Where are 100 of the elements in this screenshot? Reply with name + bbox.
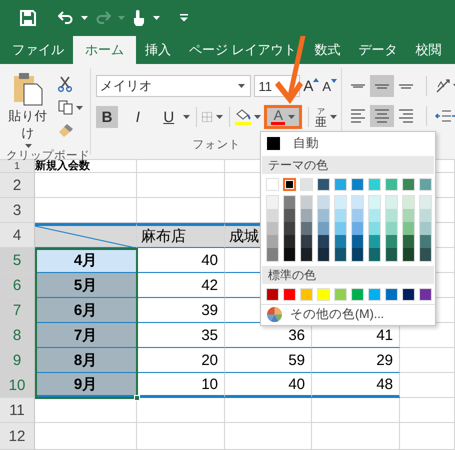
- color-swatch[interactable]: [352, 196, 363, 209]
- row-header[interactable]: 11: [0, 398, 35, 423]
- color-swatch[interactable]: [335, 222, 346, 235]
- color-swatch[interactable]: [386, 209, 397, 222]
- color-swatch[interactable]: [403, 248, 414, 261]
- grid-cell[interactable]: [400, 373, 455, 398]
- grid-cell[interactable]: [225, 423, 312, 450]
- color-swatch[interactable]: [420, 222, 431, 235]
- color-swatch[interactable]: [318, 209, 329, 222]
- decrease-indent-icon[interactable]: [435, 109, 451, 123]
- caret-icon[interactable]: [81, 16, 88, 20]
- color-swatch[interactable]: [352, 248, 363, 261]
- grid-cell[interactable]: [137, 160, 225, 173]
- grow-font-button[interactable]: A: [303, 78, 320, 94]
- row-header[interactable]: 9: [0, 348, 35, 373]
- row-header[interactable]: 3: [0, 198, 35, 223]
- color-swatch[interactable]: [369, 209, 380, 222]
- color-swatch[interactable]: [301, 196, 312, 209]
- color-swatch[interactable]: [403, 222, 414, 235]
- menu-item[interactable]: その他の色(M)...: [290, 306, 384, 322]
- brush-icon[interactable]: [58, 123, 74, 137]
- color-swatch[interactable]: [284, 196, 295, 209]
- color-swatch[interactable]: [284, 248, 295, 261]
- color-swatch[interactable]: [352, 222, 363, 235]
- caret-icon[interactable]: [238, 84, 246, 88]
- row-header[interactable]: 2: [0, 173, 35, 198]
- color-swatch[interactable]: [283, 178, 296, 191]
- italic-button[interactable]: I: [126, 106, 149, 128]
- grid-cell[interactable]: [137, 173, 225, 198]
- grid-cell[interactable]: [35, 423, 137, 450]
- font-name-field[interactable]: メイリオ: [96, 75, 252, 97]
- color-swatch[interactable]: [335, 248, 346, 261]
- table-cell[interactable]: 39: [137, 298, 225, 323]
- ribbon-tab[interactable]: 校閲: [406, 36, 451, 64]
- color-swatch[interactable]: [301, 209, 312, 222]
- color-swatch[interactable]: [369, 196, 380, 209]
- table-cell[interactable]: 42: [137, 273, 225, 298]
- fill-handle[interactable]: [134, 395, 140, 401]
- shrink-font-button[interactable]: A: [322, 78, 337, 94]
- table-cell[interactable]: 6月: [35, 298, 137, 323]
- paste-button[interactable]: 貼り付け: [6, 72, 50, 148]
- color-swatch[interactable]: [403, 196, 414, 209]
- row-header[interactable]: 10: [0, 373, 35, 398]
- table-cell[interactable]: 59: [225, 348, 312, 373]
- fill-color-button[interactable]: [235, 109, 252, 125]
- align-middle-button[interactable]: [370, 75, 394, 97]
- color-swatch[interactable]: [420, 209, 431, 222]
- color-swatch[interactable]: [284, 222, 295, 235]
- ribbon-tab[interactable]: データ: [350, 36, 407, 64]
- color-swatch[interactable]: [420, 248, 431, 261]
- table-cell[interactable]: 29: [312, 348, 400, 373]
- color-swatch[interactable]: [301, 235, 312, 248]
- color-swatch[interactable]: [386, 248, 397, 261]
- table-cell[interactable]: 8月: [35, 348, 137, 373]
- color-swatch[interactable]: [267, 196, 278, 209]
- row-header[interactable]: 8: [0, 323, 35, 348]
- caret-icon[interactable]: [76, 106, 83, 110]
- color-swatch[interactable]: [369, 222, 380, 235]
- ribbon-tab[interactable]: ファイル: [3, 36, 73, 64]
- grid-cell[interactable]: [312, 423, 400, 450]
- table-cell[interactable]: 20: [137, 348, 225, 373]
- menu-item[interactable]: 自動: [293, 134, 319, 152]
- undo-icon[interactable]: [58, 11, 74, 25]
- color-swatch[interactable]: [267, 248, 278, 261]
- borders-icon[interactable]: [202, 110, 213, 124]
- color-swatch[interactable]: [335, 209, 346, 222]
- color-swatch[interactable]: [267, 136, 280, 150]
- hand-icon[interactable]: [132, 9, 146, 27]
- row-header[interactable]: 5: [0, 248, 35, 273]
- table-cell[interactable]: 7月: [35, 323, 137, 348]
- color-swatch[interactable]: [318, 196, 329, 209]
- color-swatch[interactable]: [420, 196, 431, 209]
- grid-cell[interactable]: [400, 398, 455, 423]
- color-swatch[interactable]: [352, 235, 363, 248]
- table-cell[interactable]: 40: [137, 248, 225, 273]
- color-swatch[interactable]: [420, 235, 431, 248]
- table-cell[interactable]: 麻布店: [137, 223, 225, 248]
- font-color-button[interactable]: A: [264, 105, 302, 129]
- table-cell[interactable]: 48: [312, 373, 400, 398]
- table-cell[interactable]: 40: [225, 373, 312, 398]
- align-center-button[interactable]: [370, 105, 394, 127]
- row-header[interactable]: 1: [0, 160, 35, 173]
- color-swatch[interactable]: [369, 235, 380, 248]
- scissors-icon[interactable]: [58, 76, 72, 92]
- grid-cell[interactable]: [225, 398, 312, 423]
- customize-menu-icon[interactable]: [180, 14, 188, 22]
- grid-cell[interactable]: [35, 173, 137, 198]
- color-swatch[interactable]: [318, 222, 329, 235]
- table-cell[interactable]: 9月: [35, 373, 137, 398]
- caret-icon[interactable]: [153, 16, 160, 20]
- row-header[interactable]: 6: [0, 273, 35, 298]
- color-swatch[interactable]: [352, 209, 363, 222]
- ribbon-tab[interactable]: 挿入: [136, 36, 180, 64]
- color-swatch[interactable]: [335, 235, 346, 248]
- row-header[interactable]: 4: [0, 223, 35, 248]
- phonetic-button[interactable]: ア 亜: [314, 107, 327, 127]
- color-swatch[interactable]: [318, 235, 329, 248]
- grid-cell[interactable]: [400, 423, 455, 450]
- color-swatch[interactable]: [267, 209, 278, 222]
- caret-icon[interactable]: [182, 115, 190, 119]
